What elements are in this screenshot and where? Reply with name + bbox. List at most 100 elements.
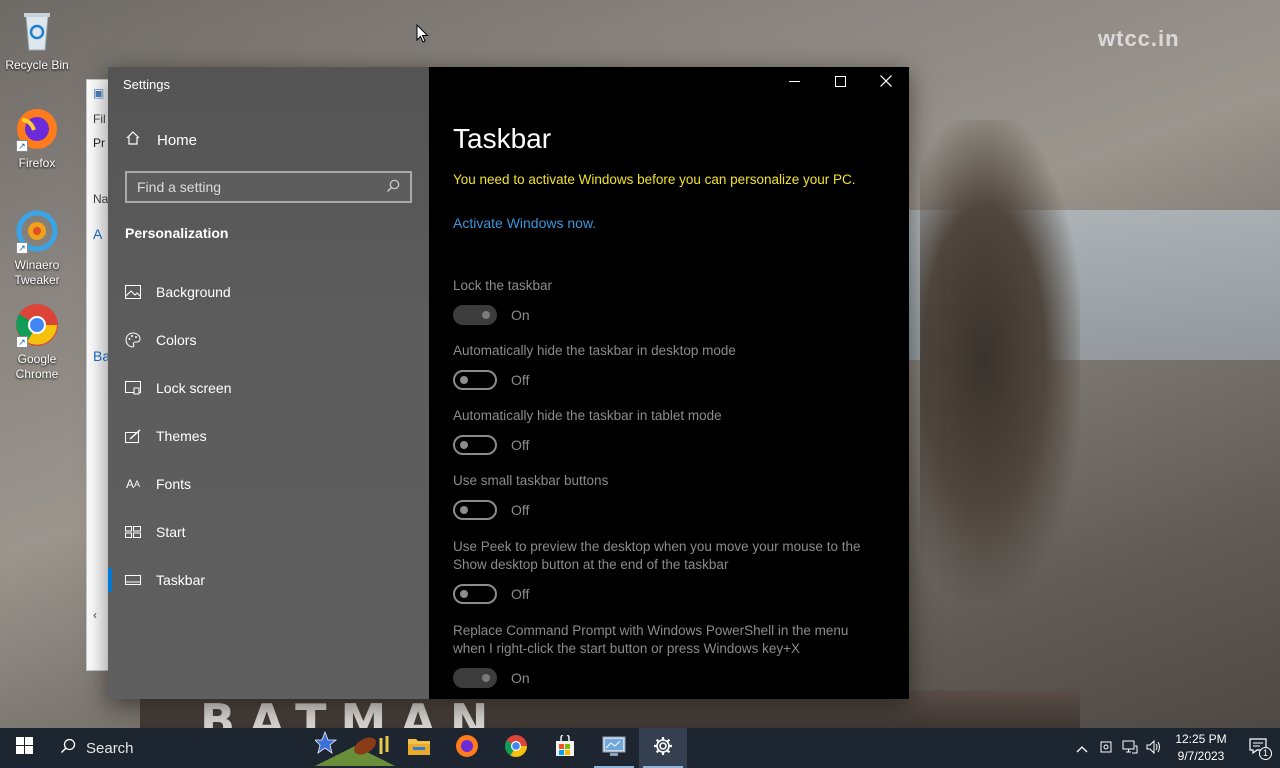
taskbar: Search 12:25 PM 9/7/2023 1 (0, 728, 1280, 768)
setting-powershell: Replace Command Prompt with Windows Powe… (453, 622, 883, 688)
control-panel-icon (602, 735, 626, 762)
peek-toggle[interactable] (453, 584, 497, 604)
tray-network-button[interactable] (1118, 728, 1142, 768)
maximize-button[interactable] (817, 67, 863, 99)
toggle-state: Off (511, 502, 530, 518)
sidebar-item-colors[interactable]: Colors (108, 320, 429, 360)
sidebar-home[interactable]: Home (125, 130, 197, 150)
palette-icon (125, 332, 141, 348)
start-button[interactable] (0, 728, 48, 768)
sidebar-item-fonts[interactable]: AA Fonts (108, 464, 429, 504)
settings-gear-icon (653, 736, 673, 761)
notification-count: 1 (1259, 747, 1272, 760)
taskbar-search-button[interactable]: Search (60, 728, 134, 768)
device-icon (1099, 740, 1113, 757)
winaero-tweaker-icon: ↗ (14, 208, 60, 254)
taskbar-news-widget[interactable] (310, 728, 400, 768)
home-label: Home (157, 131, 198, 149)
clock-time: 12:25 PM (1175, 732, 1227, 746)
windows-logo-icon (15, 737, 33, 759)
autohide-tablet-toggle[interactable] (453, 435, 497, 455)
firefox-icon (455, 734, 479, 763)
show-hidden-icons-button[interactable] (1070, 728, 1094, 768)
search-input[interactable]: Find a setting (125, 171, 412, 203)
lock-taskbar-toggle[interactable] (453, 305, 497, 325)
firefox-icon: ↗ (14, 106, 60, 152)
window-title: Settings (123, 77, 170, 92)
setting-label: Use Peek to preview the desktop when you… (453, 539, 861, 572)
maximize-icon (834, 74, 846, 92)
mouse-cursor-icon (416, 23, 430, 49)
desktop-icon-label: Firefox (18, 156, 56, 170)
explorer-menu-file[interactable]: Fil (93, 112, 106, 126)
activation-warning: You need to activate Windows before you … (453, 172, 856, 187)
powershell-toggle[interactable] (453, 668, 497, 688)
window-controls (771, 67, 909, 99)
system-tray: 12:25 PM 9/7/2023 1 (1070, 728, 1280, 768)
autohide-desktop-toggle[interactable] (453, 370, 497, 390)
shortcut-arrow-icon: ↗ (16, 140, 28, 152)
toggle-state: On (511, 670, 530, 686)
activate-windows-link[interactable]: Activate Windows now. (453, 215, 596, 231)
action-center-button[interactable]: 1 (1236, 728, 1280, 768)
explorer-group: A (93, 226, 103, 242)
explorer-column-header[interactable]: Na (93, 192, 108, 206)
sidebar-item-taskbar[interactable]: Taskbar (108, 560, 429, 600)
desktop-icon-winaero-tweaker[interactable]: ↗ Winaero Tweaker (0, 208, 74, 288)
explorer-ribbon-item[interactable]: Pr (93, 136, 105, 150)
small-buttons-toggle[interactable] (453, 500, 497, 520)
sidebar-item-themes[interactable]: Themes (108, 416, 429, 456)
search-icon (60, 738, 76, 758)
tray-volume-button[interactable] (1142, 728, 1166, 768)
setting-label: Automatically hide the taskbar in tablet… (453, 408, 722, 423)
desktop-icon-recycle-bin[interactable]: Recycle Bin (0, 8, 74, 73)
start-icon (125, 524, 141, 540)
tray-device-button[interactable] (1094, 728, 1118, 768)
taskbar-clock[interactable]: 12:25 PM 9/7/2023 (1166, 731, 1236, 765)
taskbar-file-explorer[interactable] (395, 728, 443, 768)
settings-content: Taskbar You need to activate Windows bef… (429, 67, 909, 699)
taskbar-settings[interactable] (639, 728, 687, 768)
home-icon (125, 130, 141, 150)
recycle-bin-icon (14, 8, 60, 54)
section-title: Personalization (125, 225, 229, 241)
taskbar-chrome[interactable] (492, 728, 540, 768)
themes-icon (125, 428, 141, 444)
fonts-icon: AA (125, 477, 141, 491)
toggle-state: Off (511, 372, 530, 388)
store-icon (554, 732, 576, 762)
taskbar-microsoft-store[interactable] (541, 728, 589, 768)
settings-window[interactable]: Settings Home Find a setting Personaliza… (108, 67, 909, 699)
scroll-left-icon[interactable]: ‹ (93, 608, 97, 622)
setting-small-buttons: Use small taskbar buttons Off (453, 472, 893, 520)
minimize-icon (788, 74, 800, 92)
close-button[interactable] (863, 67, 909, 99)
taskbar-search-label: Search (86, 739, 134, 757)
sidebar-item-label: Lock screen (156, 380, 232, 396)
desktop-icon-google-chrome[interactable]: ↗ Google Chrome (0, 302, 74, 382)
minimize-button[interactable] (771, 67, 817, 99)
taskbar-firefox[interactable] (443, 728, 491, 768)
setting-lock-taskbar: Lock the taskbar On (453, 277, 893, 325)
sidebar-item-start[interactable]: Start (108, 512, 429, 552)
toggle-state: Off (511, 437, 530, 453)
sidebar-item-lock-screen[interactable]: Lock screen (108, 368, 429, 408)
taskbar-control-panel[interactable] (590, 728, 638, 768)
desktop-icon-label: Winaero Tweaker (14, 258, 60, 287)
file-explorer-icon (407, 736, 431, 761)
background-explorer-window[interactable]: ▣ Fil Pr Na A Ba ‹ (86, 79, 110, 671)
shortcut-arrow-icon: ↗ (16, 242, 28, 254)
sidebar-item-label: Background (156, 284, 231, 300)
close-icon (880, 74, 892, 92)
desktop-icon-firefox[interactable]: ↗ Firefox (0, 106, 74, 171)
settings-sidebar: Settings Home Find a setting Personaliza… (108, 67, 429, 699)
sidebar-item-label: Fonts (156, 476, 192, 492)
page-title: Taskbar (453, 123, 552, 154)
clock-date: 9/7/2023 (1177, 749, 1225, 763)
search-placeholder: Find a setting (137, 179, 222, 195)
sidebar-item-background[interactable]: Background (108, 272, 429, 312)
setting-label: Automatically hide the taskbar in deskto… (453, 343, 736, 358)
sidebar-item-label: Colors (156, 332, 197, 348)
shortcut-arrow-icon: ↗ (16, 336, 28, 348)
sidebar-item-label: Start (156, 524, 186, 540)
